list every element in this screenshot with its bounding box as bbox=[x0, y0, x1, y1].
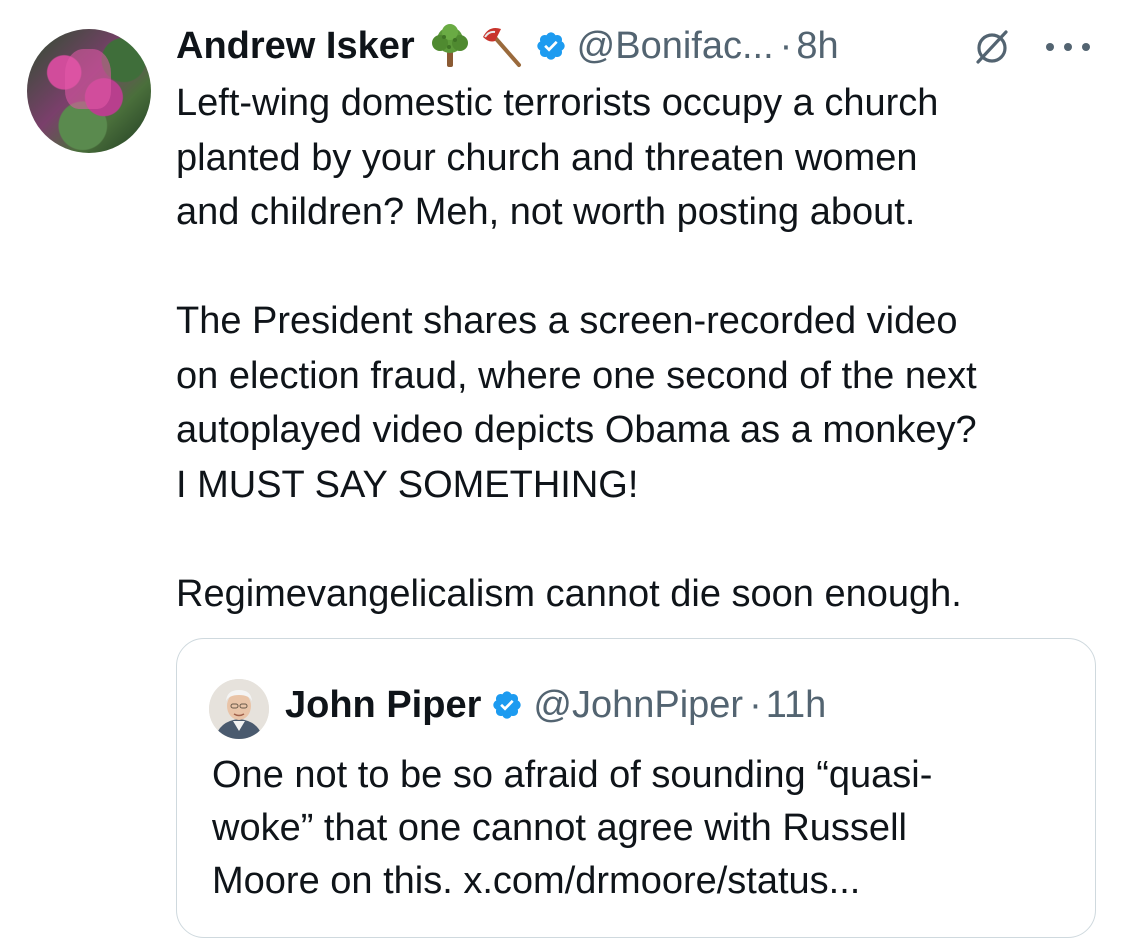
grok-icon[interactable] bbox=[969, 24, 1015, 70]
tweet-time[interactable]: 8h bbox=[796, 22, 838, 70]
author-handle[interactable]: @Bonifac... bbox=[577, 22, 774, 70]
tree-emoji-icon bbox=[431, 24, 468, 67]
tweet-body: Left-wing domestic terrorists occupy a c… bbox=[176, 76, 1106, 621]
separator-dot: · bbox=[779, 25, 793, 67]
quoted-tweet-header: John Piper @JohnPiper · 11h bbox=[285, 679, 826, 731]
tweet-paragraph: Left-wing domestic terrorists occupy a c… bbox=[176, 82, 939, 233]
quoted-author-handle[interactable]: @JohnPiper bbox=[533, 684, 743, 727]
quoted-author-name[interactable]: John Piper bbox=[285, 684, 481, 727]
quoted-tweet-body: One not to be so afraid of sounding “qua… bbox=[212, 754, 933, 902]
quoted-tweet-time[interactable]: 11h bbox=[766, 684, 827, 727]
more-options-icon[interactable] bbox=[1043, 40, 1093, 54]
quoted-author-avatar[interactable] bbox=[209, 679, 269, 739]
separator-dot: · bbox=[749, 683, 762, 726]
author-avatar[interactable] bbox=[27, 29, 151, 153]
tweet-paragraph: Regimevangelicalism cannot die soon enou… bbox=[176, 572, 962, 615]
verified-badge-icon bbox=[493, 691, 522, 719]
quoted-tweet-card[interactable]: John Piper @JohnPiper · 11h One not to b… bbox=[176, 638, 1096, 938]
author-name[interactable]: Andrew Isker bbox=[176, 22, 415, 70]
tweet-header: Andrew Isker @Bonifac... · 8h bbox=[176, 22, 839, 70]
tweet-paragraph: The President shares a screen-recorded v… bbox=[176, 300, 977, 506]
verified-badge-icon bbox=[536, 32, 565, 60]
tweet[interactable]: Andrew Isker @Bonifac... · 8h Left-wing … bbox=[0, 0, 1125, 944]
axe-emoji-icon bbox=[482, 28, 521, 67]
